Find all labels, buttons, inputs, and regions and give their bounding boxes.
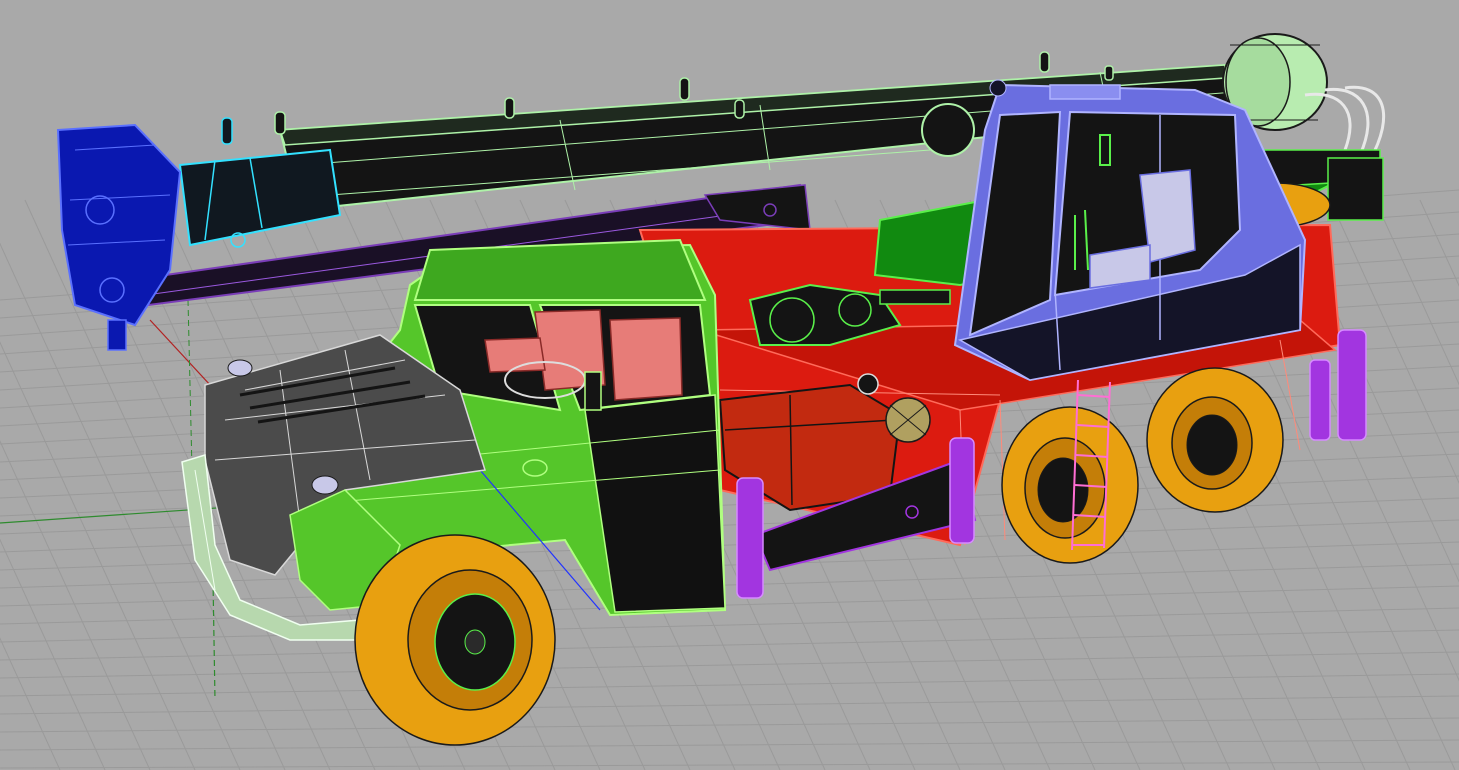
crane-truck-scene xyxy=(0,33,1459,770)
rear-outrigger-leg-2 xyxy=(1309,359,1331,441)
z-axis-dashed-2 xyxy=(187,299,193,471)
headlight-left xyxy=(227,359,253,377)
grid-line xyxy=(0,739,1459,751)
cab-side-light xyxy=(522,459,548,477)
hook-block xyxy=(107,319,127,351)
front-wheel[interactable] xyxy=(354,534,556,746)
grid-line xyxy=(0,695,1459,715)
rear-wheel-1[interactable] xyxy=(1001,406,1139,564)
front-outrigger-leg xyxy=(736,477,764,599)
boom-pivot xyxy=(921,103,975,157)
3d-viewport[interactable] xyxy=(0,0,1459,770)
grid-line xyxy=(0,637,61,770)
grid-line xyxy=(1374,199,1459,386)
grid-line xyxy=(0,717,1459,733)
grid-line xyxy=(0,761,1459,769)
counterweight xyxy=(1327,157,1384,221)
beacon xyxy=(989,79,1007,97)
headlight-right xyxy=(311,475,339,495)
side-mirror xyxy=(584,371,602,411)
boom-inner-section xyxy=(178,148,342,247)
mid-outrigger-leg xyxy=(949,437,975,544)
crane-operator-cab[interactable] xyxy=(953,79,1307,382)
grid-line xyxy=(1419,199,1459,287)
rear-outrigger-leg xyxy=(1337,329,1367,441)
cab-roof xyxy=(413,238,707,301)
cab-roof-hatch xyxy=(1049,84,1121,100)
rear-wheel-2[interactable] xyxy=(1146,367,1284,513)
spare-wheel-hub xyxy=(885,397,931,443)
